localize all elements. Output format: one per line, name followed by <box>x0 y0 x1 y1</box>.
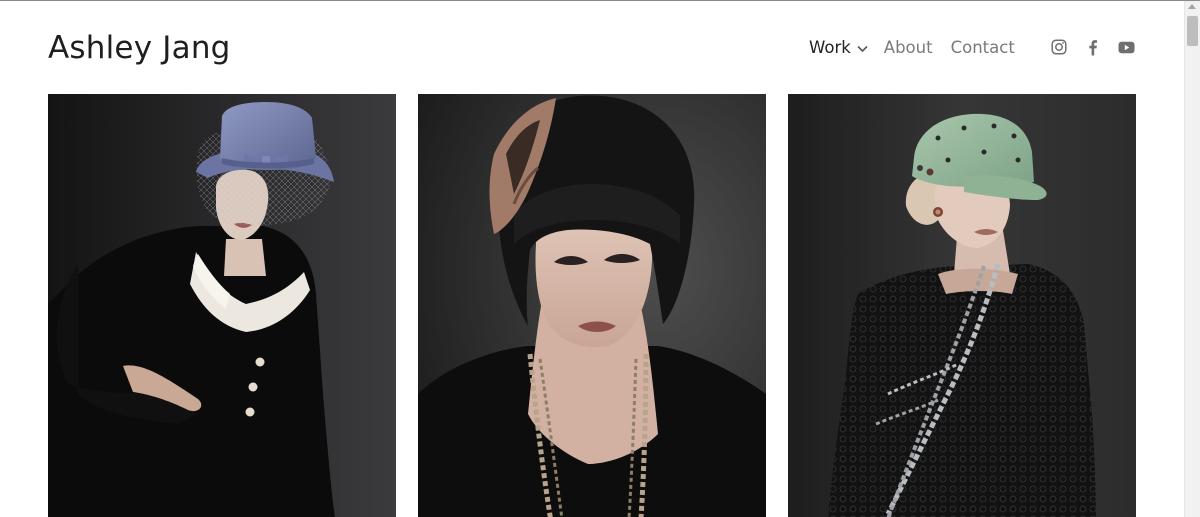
nav-item-about[interactable]: About <box>884 38 933 57</box>
portrait-image-green-cap <box>788 94 1136 517</box>
site-title[interactable]: Ashley Jang <box>48 28 231 68</box>
scrollbar[interactable] <box>1184 1 1200 517</box>
window-top-border <box>0 0 1200 1</box>
youtube-icon[interactable] <box>1118 39 1135 56</box>
chevron-down-icon <box>857 38 868 57</box>
nav-item-work-label: Work <box>809 37 851 57</box>
social-links <box>1050 37 1135 57</box>
facebook-icon[interactable] <box>1084 39 1101 56</box>
instagram-icon[interactable] <box>1050 39 1067 56</box>
nav-item-work[interactable]: Work <box>809 37 868 57</box>
gallery-item[interactable] <box>48 94 396 517</box>
gallery-item[interactable] <box>788 94 1136 517</box>
nav-item-contact-label: Contact <box>950 37 1015 57</box>
gallery-item[interactable] <box>418 94 766 517</box>
page: Ashley Jang Work About Contact <box>0 0 1200 517</box>
nav-item-about-label: About <box>883 37 933 57</box>
main-nav: Work About Contact <box>809 35 1015 59</box>
scroll-up-arrow-icon[interactable] <box>1188 4 1196 9</box>
portrait-image-black-beanie <box>418 94 766 517</box>
scrollbar-thumb[interactable] <box>1187 16 1198 46</box>
portrait-image-blue-hat <box>48 94 396 517</box>
nav-item-contact[interactable]: Contact <box>951 38 1015 57</box>
